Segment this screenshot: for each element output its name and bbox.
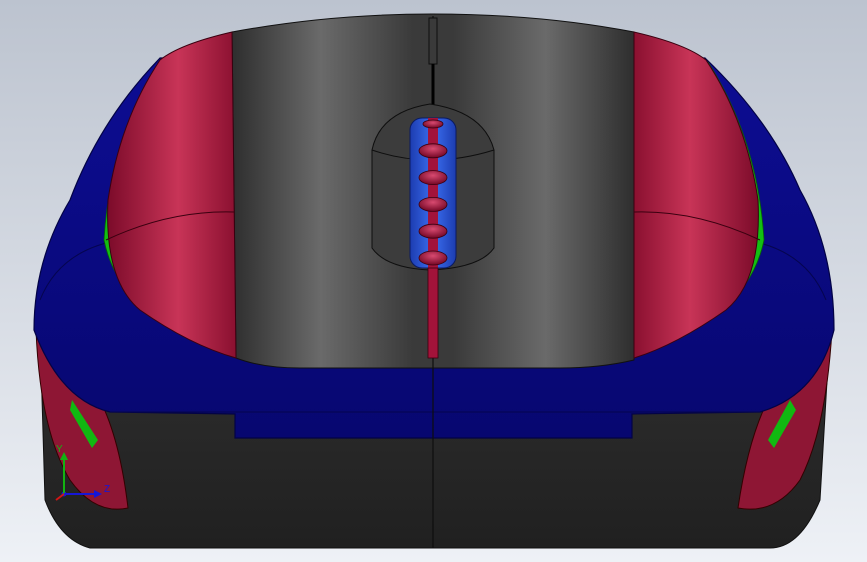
y-axis-label: Y: [56, 444, 63, 455]
scroll-wheel-rib: [418, 196, 448, 212]
graphics-viewport[interactable]: Y Z: [0, 0, 867, 562]
scroll-wheel-rib: [418, 250, 448, 266]
scroll-wheel-rib: [418, 143, 448, 159]
scroll-wheel-rib: [422, 119, 444, 129]
mouse-3d-model[interactable]: [0, 0, 867, 562]
orientation-triad: Y Z: [55, 444, 110, 501]
scroll-wheel-rib: [418, 170, 448, 186]
wheel-stem: [427, 267, 439, 359]
x-axis-line: [55, 493, 65, 501]
top-slot: [428, 17, 438, 65]
z-axis-label: Z: [104, 484, 110, 495]
scroll-wheel-center-band: [428, 118, 438, 268]
scroll-wheel-rib: [418, 223, 448, 239]
z-axis-arrow: [94, 490, 102, 498]
